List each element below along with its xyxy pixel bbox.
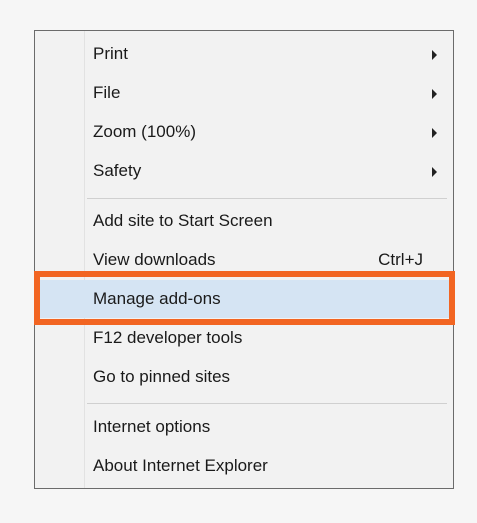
menu-item-label: Manage add-ons [93,289,221,308]
menu-item-manage-add-ons[interactable]: Manage add-ons [35,280,453,318]
menu-separator [87,198,447,199]
menu-item-label: Zoom (100%) [93,122,196,141]
menu-item-shortcut: Ctrl+J [378,250,423,269]
menu-item-label: Safety [93,161,142,180]
menu-item-label: File [93,83,121,102]
menu-item-add-site-to-start-screen[interactable]: Add site to Start Screen [35,202,453,240]
menu-item-label: F12 developer tools [93,328,243,347]
menu-item-go-to-pinned-sites[interactable]: Go to pinned sites [35,358,453,396]
menu-item-about-internet-explorer[interactable]: About Internet Explorer [35,447,453,485]
menu-item-label: Print [93,44,128,63]
menu-item-file[interactable]: File [35,74,453,112]
menu-item-label: Add site to Start Screen [93,211,273,230]
menu-item-label: Internet options [93,417,211,436]
menu-item-label: View downloads [93,250,216,269]
menu-item-label: Go to pinned sites [93,367,231,386]
chevron-right-icon [432,167,437,177]
menu-item-label: About Internet Explorer [93,456,268,475]
menu-item-safety[interactable]: Safety [35,152,453,190]
menu-item-internet-options[interactable]: Internet options [35,408,453,446]
menu-separator [87,403,447,404]
menu-item-zoom[interactable]: Zoom (100%) [35,113,453,151]
chevron-right-icon [432,50,437,60]
menu-item-f12-developer-tools[interactable]: F12 developer tools [35,319,453,357]
chevron-right-icon [432,128,437,138]
menu-item-print[interactable]: Print [35,35,453,73]
menu-item-view-downloads[interactable]: View downloads Ctrl+J [35,241,453,279]
tools-context-menu: Print File Zoom (100%) Safety Add site t… [34,30,454,489]
chevron-right-icon [432,89,437,99]
